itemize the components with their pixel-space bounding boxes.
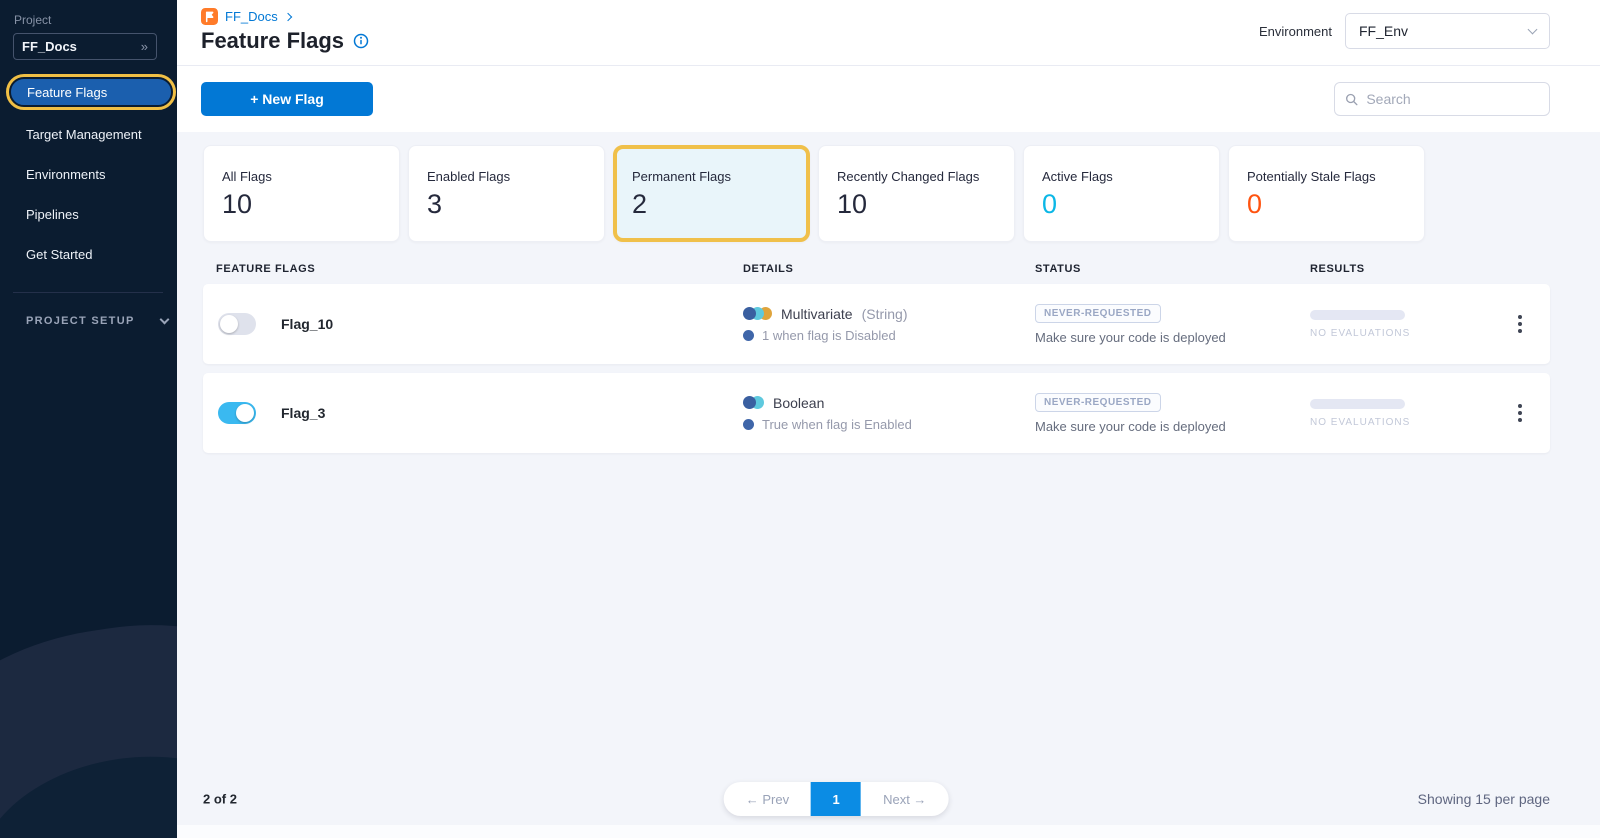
feature-flags-page: Project FF_Docs » Feature Flags Target M… xyxy=(0,0,1600,838)
project-label: Project xyxy=(14,13,177,27)
stat-card-permanent-flags[interactable]: Permanent Flags 2 xyxy=(613,145,810,242)
table-header: FEATURE FLAGS DETAILS STATUS RESULTS xyxy=(203,263,1550,275)
toolbar: + New Flag xyxy=(177,67,1600,132)
status-badge: NEVER-REQUESTED xyxy=(1035,304,1161,323)
default-rule-text: True when flag is Enabled xyxy=(762,417,912,432)
search-input[interactable] xyxy=(1366,91,1539,107)
default-rule-dot-icon xyxy=(743,419,754,430)
table-row-flag-10: Flag_10 Multivariate (String) 1 when fla… xyxy=(203,284,1550,364)
column-feature-flags: FEATURE FLAGS xyxy=(203,263,743,275)
stat-label: Potentially Stale Flags xyxy=(1247,169,1424,184)
stat-value: 3 xyxy=(427,189,604,220)
evaluations-bar xyxy=(1310,399,1405,409)
default-rule-dot-icon xyxy=(743,330,754,341)
flag-toggle-on[interactable] xyxy=(218,402,256,424)
stat-card-potentially-stale-flags[interactable]: Potentially Stale Flags 0 xyxy=(1228,145,1425,242)
flag-type-suffix: (String) xyxy=(862,306,908,322)
environment-label: Environment xyxy=(1259,24,1332,39)
status-text: Make sure your code is deployed xyxy=(1035,419,1310,434)
sidebar-item-environments[interactable]: Environments xyxy=(0,154,177,194)
double-chevron-icon[interactable]: » xyxy=(141,39,148,54)
stat-label: Active Flags xyxy=(1042,169,1219,184)
table-footer: 2 of 2 ← Prev 1 Next → Showing 15 per pa… xyxy=(203,782,1550,816)
project-setup-label: PROJECT SETUP xyxy=(26,315,135,327)
info-icon[interactable] xyxy=(353,33,369,49)
search-icon xyxy=(1345,92,1358,107)
stats-cards: All Flags 10 Enabled Flags 3 Permanent F… xyxy=(203,145,1550,242)
stat-value: 2 xyxy=(632,189,806,220)
sidebar-item-get-started[interactable]: Get Started xyxy=(0,234,177,274)
environment-value: FF_Env xyxy=(1359,23,1408,39)
table-row-flag-3: Flag_3 Boolean True when flag is Enabled… xyxy=(203,373,1550,453)
flag-type: Boolean xyxy=(773,395,824,411)
stat-label: Enabled Flags xyxy=(427,169,604,184)
stat-label: Permanent Flags xyxy=(632,169,806,184)
chevron-down-icon xyxy=(1528,24,1538,34)
environment-row: Environment FF_Env xyxy=(1259,13,1550,49)
current-page-button[interactable]: 1 xyxy=(811,782,861,816)
flag-type: Multivariate xyxy=(781,306,853,322)
top-header: FF_Docs Feature Flags Environment FF_Env xyxy=(177,0,1600,66)
next-page-button[interactable]: Next → xyxy=(861,782,948,816)
multivariate-icon xyxy=(743,307,772,320)
stat-card-enabled-flags[interactable]: Enabled Flags 3 xyxy=(408,145,605,242)
main-content: All Flags 10 Enabled Flags 3 Permanent F… xyxy=(177,132,1600,838)
flag-name[interactable]: Flag_3 xyxy=(281,405,325,421)
search-box xyxy=(1334,82,1550,116)
project-selector[interactable]: FF_Docs » xyxy=(13,33,157,60)
sidebar-item-feature-flags-label: Feature Flags xyxy=(9,77,173,107)
stat-value: 0 xyxy=(1247,189,1424,220)
row-menu-icon[interactable] xyxy=(1512,398,1528,428)
project-setup-toggle[interactable]: PROJECT SETUP xyxy=(26,315,177,327)
column-status: STATUS xyxy=(1035,263,1310,275)
prev-page-button[interactable]: ← Prev xyxy=(724,782,811,816)
flag-name[interactable]: Flag_10 xyxy=(281,316,333,332)
sidebar-divider xyxy=(13,292,163,293)
sidebar-item-feature-flags[interactable]: Feature Flags xyxy=(6,74,176,110)
stat-label: All Flags xyxy=(222,169,399,184)
breadcrumb: FF_Docs xyxy=(201,8,291,25)
stat-value: 0 xyxy=(1042,189,1219,220)
stat-value: 10 xyxy=(222,189,399,220)
status-badge: NEVER-REQUESTED xyxy=(1035,393,1161,412)
sidebar-nav: Feature Flags Target Management Environm… xyxy=(0,74,177,274)
pagination: ← Prev 1 Next → xyxy=(724,782,949,816)
stat-card-active-flags[interactable]: Active Flags 0 xyxy=(1023,145,1220,242)
default-rule-text: 1 when flag is Disabled xyxy=(762,328,896,343)
new-flag-button[interactable]: + New Flag xyxy=(201,82,373,116)
sidebar-item-target-management[interactable]: Target Management xyxy=(0,114,177,154)
column-results: RESULTS xyxy=(1310,263,1490,275)
environment-select[interactable]: FF_Env xyxy=(1345,13,1550,49)
project-name: FF_Docs xyxy=(22,39,77,54)
page-size-text: Showing 15 per page xyxy=(1418,791,1550,807)
breadcrumb-project-link[interactable]: FF_Docs xyxy=(225,9,278,24)
title-row: Feature Flags xyxy=(201,28,369,54)
stat-label: Recently Changed Flags xyxy=(837,169,1014,184)
stat-value: 10 xyxy=(837,189,1014,220)
evaluations-text: NO EVALUATIONS xyxy=(1310,328,1490,339)
column-details: DETAILS xyxy=(743,263,1035,275)
evaluations-text: NO EVALUATIONS xyxy=(1310,417,1490,428)
chevron-down-icon xyxy=(159,315,169,325)
page-title: Feature Flags xyxy=(201,28,344,54)
status-text: Make sure your code is deployed xyxy=(1035,330,1310,345)
row-menu-icon[interactable] xyxy=(1512,309,1528,339)
flag-toggle-off[interactable] xyxy=(218,313,256,335)
boolean-icon xyxy=(743,396,764,409)
sidebar: Project FF_Docs » Feature Flags Target M… xyxy=(0,0,177,838)
evaluations-bar xyxy=(1310,310,1405,320)
stat-card-all-flags[interactable]: All Flags 10 xyxy=(203,145,400,242)
harness-ff-logo-icon xyxy=(201,8,218,25)
chevron-right-icon xyxy=(283,12,291,20)
row-count: 2 of 2 xyxy=(203,792,237,807)
sidebar-item-pipelines[interactable]: Pipelines xyxy=(0,194,177,234)
stat-card-recently-changed-flags[interactable]: Recently Changed Flags 10 xyxy=(818,145,1015,242)
